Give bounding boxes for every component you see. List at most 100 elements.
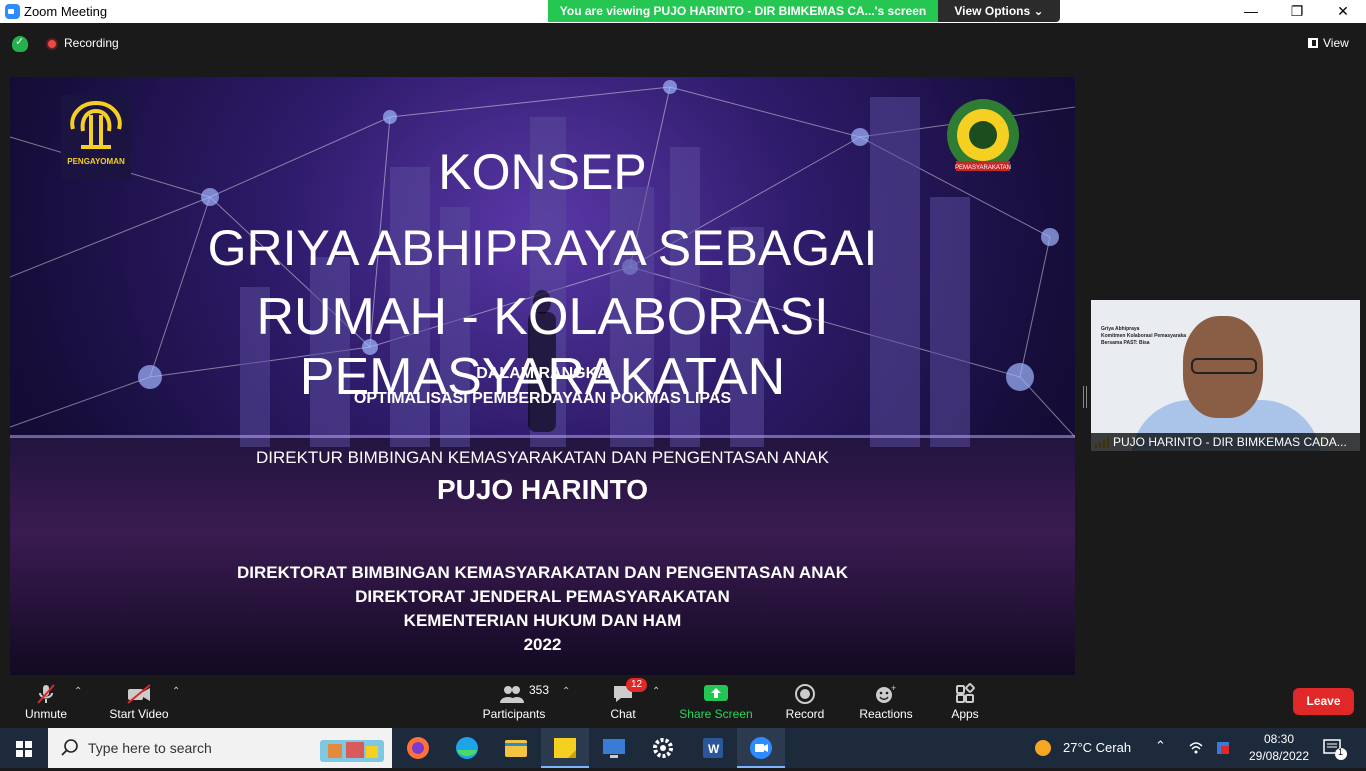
reactions-icon: + — [876, 683, 896, 703]
taskbar-firefox[interactable] — [394, 728, 442, 768]
windows-logo-icon — [16, 741, 32, 757]
slide-title-line-3: RUMAH - KOLABORASI PEMASYARAKATAN — [256, 288, 829, 406]
org-line-3: KEMENTERIAN HUKUM DAN HAM — [403, 611, 682, 630]
viewing-banner: You are viewing PUJO HARINTO - DIR BIMKE… — [548, 0, 938, 22]
taskbar-file-explorer[interactable] — [492, 728, 540, 768]
windows-taskbar: Type here to search W 27°C Cerah ⌃ 08:30… — [0, 728, 1366, 768]
participant-glasses — [1191, 358, 1257, 374]
chat-label: Chat — [610, 707, 636, 721]
chevron-down-icon: ⌄ — [1033, 4, 1044, 18]
unmute-button[interactable]: Unmute — [14, 678, 78, 728]
participant-name: PUJO HARINTO - DIR BIMKEMAS CADA... — [1091, 433, 1360, 451]
taskbar-settings[interactable] — [639, 728, 687, 768]
meeting-toolbar: Unmute ⌃ Start Video ⌃ 353 Participants … — [0, 678, 1366, 728]
participants-label: Participants — [482, 707, 546, 721]
taskbar-search-input[interactable]: Type here to search — [48, 728, 392, 768]
shared-screen-slide: PENGAYOMAN PEMASYARAKATAN KONSEP GRIYA A… — [10, 77, 1075, 675]
video-options-caret-icon[interactable]: ⌃ — [172, 686, 180, 697]
tray-overflow-chevron-icon[interactable]: ⌃ — [1155, 738, 1166, 754]
close-button[interactable]: ✕ — [1320, 0, 1366, 23]
slide-title-line-1: KONSEP — [438, 144, 647, 200]
slide-subtitle-line-1: DALAM RANGKA — [476, 365, 609, 382]
search-placeholder: Type here to search — [88, 740, 212, 756]
record-icon — [795, 684, 815, 704]
director-name: PUJO HARINTO — [436, 474, 649, 505]
zoom-icon — [750, 737, 772, 759]
org-line-2: DIREKTORAT JENDERAL PEMASYARAKATAN — [355, 587, 730, 606]
chat-unread-badge: 12 — [626, 678, 648, 692]
reactions-label: Reactions — [859, 707, 913, 721]
view-options-button[interactable]: View Options ⌄ — [938, 0, 1060, 22]
gear-icon — [653, 738, 673, 758]
participants-icon — [500, 686, 524, 703]
shield-icon[interactable] — [12, 35, 28, 52]
bg-text-line-1: Griya Abhipraya — [1101, 326, 1140, 332]
chat-button[interactable]: 12 Chat — [600, 678, 648, 728]
search-highlight-illustration-icon — [320, 740, 384, 762]
unmute-label: Unmute — [24, 707, 68, 721]
view-button[interactable]: View — [1308, 36, 1349, 50]
record-label: Record — [785, 707, 825, 721]
minimize-button[interactable]: — — [1228, 0, 1274, 23]
window-title: Zoom Meeting — [24, 4, 108, 19]
participants-button[interactable]: 353 Participants — [476, 678, 552, 728]
reactions-button[interactable]: + Reactions — [856, 678, 916, 728]
leave-button[interactable]: Leave — [1293, 688, 1354, 715]
action-center-button[interactable]: 1 — [1320, 736, 1350, 760]
recording-icon — [46, 38, 58, 50]
start-button[interactable] — [0, 728, 48, 768]
audio-options-caret-icon[interactable]: ⌃ — [74, 686, 82, 697]
recording-label: Recording — [64, 36, 119, 50]
start-video-label: Start Video — [109, 707, 169, 721]
weather-sun-icon — [1035, 740, 1051, 756]
start-video-button[interactable]: Start Video — [104, 678, 174, 728]
svg-text:+: + — [891, 683, 896, 693]
edge-icon — [456, 737, 478, 759]
notification-app-icon[interactable] — [1215, 740, 1231, 756]
panel-resize-handle[interactable] — [1083, 386, 1087, 408]
taskbar-zoom[interactable] — [737, 728, 785, 768]
system-clock[interactable]: 08:30 29/08/2022 — [1246, 731, 1312, 765]
firefox-icon — [407, 737, 429, 759]
share-screen-label: Share Screen — [679, 707, 753, 721]
word-icon: W — [703, 738, 723, 758]
search-icon — [61, 739, 78, 756]
participants-count: 353 — [529, 683, 550, 697]
maximize-button[interactable]: ❐ — [1274, 0, 1320, 23]
apps-button[interactable]: Apps — [944, 678, 986, 728]
wifi-icon[interactable] — [1188, 740, 1204, 756]
clock-time: 08:30 — [1263, 732, 1295, 746]
video-off-icon — [127, 684, 151, 704]
bg-text-line-2: Komitmen Kolaborasi Pemasyaraka — [1101, 333, 1187, 339]
virtual-background-text: Griya Abhipraya Komitmen Kolaborasi Pema… — [1101, 326, 1186, 347]
apps-icon — [956, 683, 975, 703]
slide-subtitle-line-2: OPTIMALISASI PEMBERDAYAAN POKMAS LIPAS — [353, 390, 732, 407]
org-line-1: DIREKTORAT BIMBINGAN KEMASYARAKATAN DAN … — [236, 563, 849, 582]
share-screen-icon — [704, 685, 728, 701]
participants-caret-icon[interactable]: ⌃ — [562, 686, 570, 697]
meeting-area: Recording View — [0, 23, 1366, 678]
zoom-app-icon — [5, 4, 20, 19]
svg-text:W: W — [708, 742, 720, 756]
mic-muted-icon — [37, 684, 55, 704]
bg-text-line-3: Bersama PAST: Bisa — [1101, 340, 1150, 346]
view-button-label: View — [1323, 36, 1349, 50]
taskbar-word[interactable]: W — [688, 728, 736, 768]
taskbar-sticky-notes[interactable] — [541, 728, 589, 768]
share-screen-button[interactable]: Share Screen — [678, 678, 754, 728]
taskbar-remote-desktop[interactable] — [590, 728, 638, 768]
participant-video-tile[interactable]: Griya Abhipraya Komitmen Kolaborasi Pema… — [1091, 300, 1360, 451]
slide-year: 2022 — [523, 635, 562, 654]
notification-center-icon — [1323, 739, 1347, 760]
clock-date: 29/08/2022 — [1248, 749, 1310, 763]
apps-label: Apps — [951, 707, 979, 721]
weather-label[interactable]: 27°C Cerah — [1063, 740, 1131, 755]
record-button[interactable]: Record — [780, 678, 830, 728]
chat-caret-icon[interactable]: ⌃ — [652, 686, 660, 697]
view-options-label: View Options — [954, 4, 1031, 18]
taskbar-edge[interactable] — [443, 728, 491, 768]
remote-desktop-icon — [603, 739, 625, 758]
director-title: DIREKTUR BIMBINGAN KEMASYARAKATAN DAN PE… — [255, 448, 830, 467]
window-titlebar: Zoom Meeting You are viewing PUJO HARINT… — [0, 0, 1366, 23]
folder-icon — [505, 740, 527, 757]
